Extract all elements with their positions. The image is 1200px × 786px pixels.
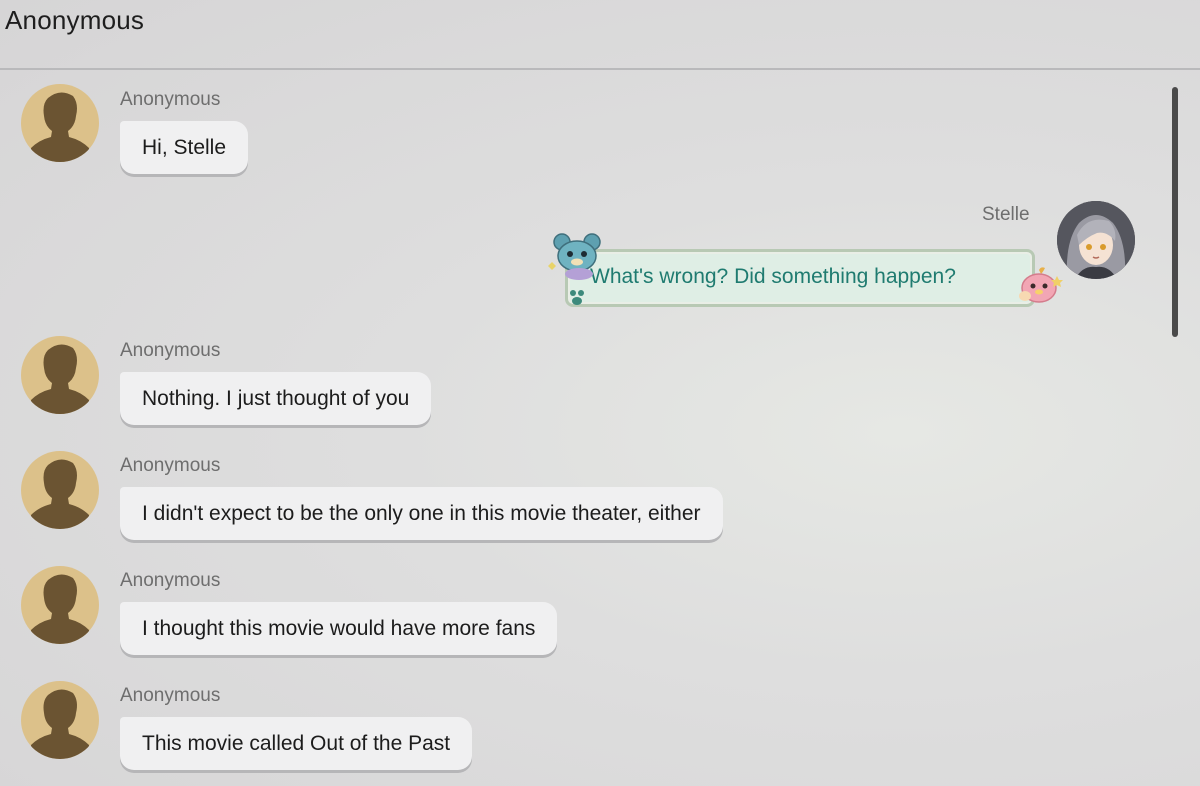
page-title: Anonymous: [5, 5, 145, 35]
message-bubble[interactable]: This movie called Out of the Past: [120, 717, 473, 770]
message-row: Anonymous This movie called Out of the P…: [0, 72, 1200, 777]
sender-name: Anonymous: [120, 685, 221, 706]
chat-header: Anonymous: [0, 0, 1200, 70]
chat-log[interactable]: Anonymous Hi, Stelle Stelle What's wrong…: [0, 72, 1200, 786]
anonymous-avatar[interactable]: [21, 681, 99, 759]
scrollbar[interactable]: [1172, 87, 1178, 337]
silhouette-icon: [31, 689, 89, 759]
